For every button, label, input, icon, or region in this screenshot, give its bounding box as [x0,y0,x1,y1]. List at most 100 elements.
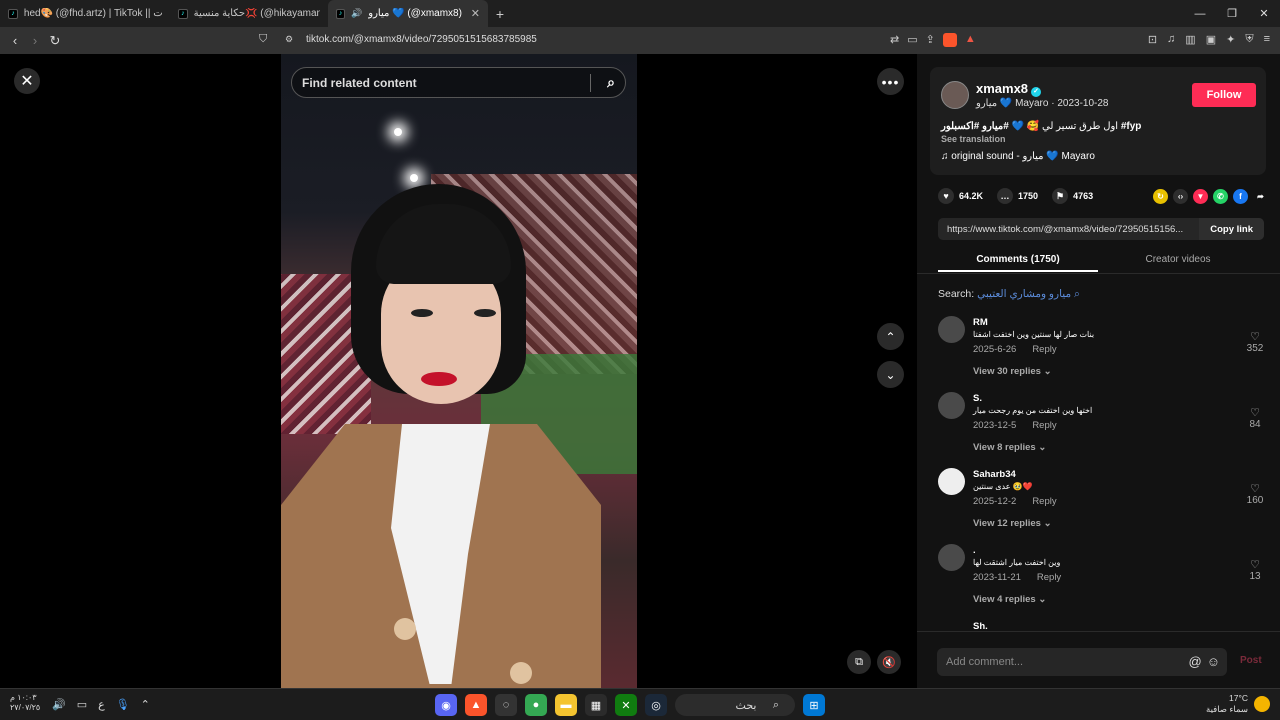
reply-button[interactable]: Reply [1032,420,1056,431]
see-translation-link[interactable]: See translation [941,134,1006,144]
heart-icon[interactable]: ♡ [1242,558,1268,571]
vpn-icon[interactable]: ⛨ [1245,33,1253,46]
sidebar-icon[interactable]: ▥ [1185,33,1195,46]
site-info-icon[interactable]: ⚙ [285,34,293,45]
start-icon[interactable]: ⊞ [803,694,825,716]
view-replies-button[interactable]: View 4 replies ⌄ [973,594,1046,605]
media-icon[interactable]: ♫ [1167,33,1175,46]
keyboard-language-icon[interactable]: ع [98,698,105,711]
video-link[interactable]: https://www.tiktok.com/@xmamx8/video/729… [947,224,1183,235]
network-icon[interactable]: ▭ [77,698,87,711]
clock[interactable]: ١٠:٠٣ م ٢٧/٠٧/٢٥ [10,693,40,713]
repost-icon[interactable]: ↻ [1153,188,1168,204]
mention-icon[interactable]: @ [1189,654,1202,669]
view-replies-text[interactable]: View 8 replies [973,442,1036,453]
comment-user[interactable]: RM [973,317,988,328]
like-action[interactable]: ♥ 64.2K [938,188,983,204]
add-comment-input[interactable]: Add comment... @ ☺ [937,648,1227,676]
avatar[interactable] [941,81,969,109]
share-icon[interactable]: ⇪ [926,33,935,47]
taskbar-search[interactable]: بحث ⌕ [675,694,795,716]
related-content-search[interactable]: Find related content ⌕ [291,67,626,98]
whatsapp-icon[interactable]: ✆ [1213,188,1228,204]
view-replies-button[interactable]: View 30 replies ⌄ [973,366,1052,377]
avatar[interactable] [938,544,965,571]
view-replies-text[interactable]: View 12 replies [973,518,1041,529]
share-arrow-icon[interactable]: ➦ [1253,189,1268,204]
close-tab-icon[interactable]: ✕ [471,7,480,20]
more-options-button[interactable]: ••• [877,68,904,95]
sound-text[interactable]: original sound - ميارو 💙 Mayaro [951,151,1095,162]
comment-likes[interactable]: ♡ 352 [1242,330,1268,354]
show-hidden-icons-icon[interactable]: ⌃ [141,698,150,711]
weather-widget[interactable]: 17°C سماء صافية [1206,693,1270,715]
new-tab-button[interactable]: + [488,0,512,27]
brave-rewards-icon[interactable]: ▲ [965,33,976,47]
audio-icon[interactable]: 🔊 [351,8,362,19]
send-icon[interactable]: ▼ [1193,188,1208,204]
maximize-button[interactable]: ❐ [1216,0,1248,27]
wallet-icon[interactable]: ▣ [1206,33,1216,46]
comment-user[interactable]: . [973,545,976,556]
heart-icon[interactable]: ♡ [1242,482,1268,495]
microphone-icon[interactable]: 🎙 [116,698,130,711]
brave-shields-icon[interactable] [942,33,957,47]
brave-browser-icon[interactable]: ▲ [465,694,487,716]
leo-ai-icon[interactable]: ✦ [1226,33,1235,46]
comment-action[interactable]: … 1750 [997,188,1038,204]
comment-search-suggestion[interactable]: Search: ميارو ومشاري العتيبي ⌕ [938,288,1080,301]
avatar[interactable] [938,316,965,343]
follow-button[interactable]: Follow [1192,83,1256,107]
forward-button[interactable]: › [25,33,45,48]
copy-link-button[interactable]: Copy link [1199,218,1264,240]
facebook-icon[interactable]: f [1233,188,1248,204]
avatar[interactable] [938,468,965,495]
comment-likes[interactable]: ♡ 13 [1242,558,1268,582]
minimize-button[interactable]: — [1184,0,1216,27]
video-frame[interactable] [281,54,637,688]
discord-icon[interactable]: ◉ [435,694,457,716]
sound-link[interactable]: ♫ original sound - ميارو 💙 Mayaro [941,151,1095,162]
browser-tab[interactable]: ♪ hed🎨 (@fhd.artz) | TikTok || فهد آرت [0,0,170,27]
cast-icon[interactable]: ▭ [907,33,917,47]
username-text[interactable]: xmamx8 [976,81,1028,96]
comment-user[interactable]: S. [973,393,982,404]
reload-button[interactable]: ↻ [45,33,65,49]
back-button[interactable]: ‹ [5,33,25,48]
heart-icon[interactable]: ♡ [1242,330,1268,343]
browser-tab-active[interactable]: ♪ 🔊 ميارو 💙 (@xmamx8) Official | TikTok … [328,0,488,27]
comment-icon[interactable]: … [997,188,1014,204]
emoji-icon[interactable]: ☺ [1207,654,1220,669]
embed-icon[interactable]: ‹› [1173,188,1188,204]
screenshot-icon[interactable]: ⊡ [1148,33,1157,46]
bookmark-icon[interactable]: ⛉ [259,33,267,46]
reply-button[interactable]: Reply [1037,572,1061,583]
mute-button[interactable]: 🔇 [877,650,901,674]
tab-comments[interactable]: Comments (1750) [938,248,1098,272]
file-explorer-icon[interactable]: ▬ [555,694,577,716]
username[interactable]: xmamx8 ✓ [976,81,1042,97]
url-field[interactable]: tiktok.com/@xmamx8/video/729505151568378… [306,34,537,45]
avatar[interactable] [938,392,965,419]
browser-tab[interactable]: ♪ حكاية منسية💢 (@hikayamansia) | [170,0,328,27]
bookmark-icon[interactable]: ⚑ [1052,188,1069,204]
chrome-icon[interactable]: ● [525,694,547,716]
comment-likes[interactable]: ♡ 160 [1242,482,1268,506]
view-replies-button[interactable]: View 12 replies ⌄ [973,518,1052,529]
menu-icon[interactable]: ≡ [1264,33,1270,46]
reply-button[interactable]: Reply [1032,344,1056,355]
view-replies-text[interactable]: View 4 replies [973,594,1036,605]
previous-video-button[interactable]: ⌃ [877,323,904,350]
post-comment-button[interactable]: Post [1240,655,1262,666]
view-replies-text[interactable]: View 30 replies [973,366,1041,377]
floating-player-button[interactable]: ⧉ [847,650,871,674]
save-action[interactable]: ⚑ 4763 [1052,188,1093,204]
steam-icon[interactable]: ◎ [645,694,667,716]
heart-icon[interactable]: ♡ [1242,406,1268,419]
close-window-button[interactable]: ✕ [1248,0,1280,27]
comment-user[interactable]: Saharb34 [973,469,1016,480]
close-video-button[interactable]: ✕ [14,68,40,94]
next-video-button[interactable]: ⌄ [877,361,904,388]
translate-icon[interactable]: ⇄ [890,33,899,47]
view-replies-button[interactable]: View 8 replies ⌄ [973,442,1046,453]
